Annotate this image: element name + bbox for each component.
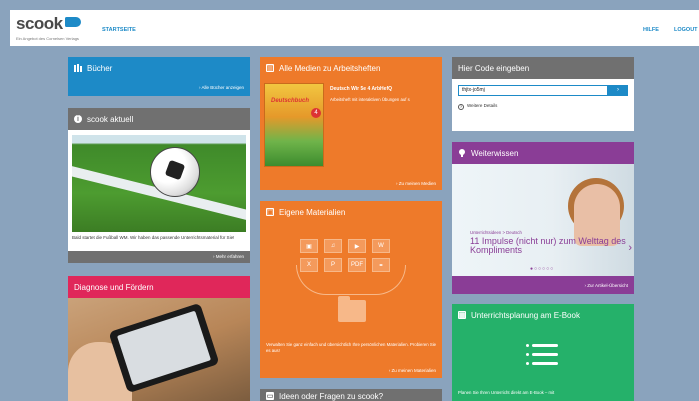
code-input[interactable]: thjtx-jo5mj	[458, 85, 608, 96]
folder-icon	[338, 296, 366, 322]
books-icon	[74, 64, 82, 72]
book-cover-title: Deutschbuch	[271, 98, 310, 104]
lightbulb-icon	[458, 149, 466, 157]
aktuell-footer: › Mehr erfahren	[68, 251, 250, 263]
scook-logo[interactable]: scook Ein Angebot des Cornelsen Verlags	[16, 14, 81, 41]
article-category: Unterrichtsideen > Deutsch	[470, 230, 522, 235]
image-file-icon: ▣	[300, 239, 318, 253]
buecher-header: Bücher	[68, 57, 250, 79]
top-navigation-bar: scook Ein Angebot des Cornelsen Verlags …	[10, 10, 699, 46]
info-icon: i	[74, 115, 82, 123]
medien-title: Alle Medien zu Arbeitsheften	[279, 63, 381, 73]
weitere-details-label: Weitere Details	[467, 103, 498, 108]
buecher-title: Bücher	[87, 63, 113, 73]
weiterwissen-footer: › Zur Artikel-Übersicht	[452, 276, 634, 294]
video-file-icon: ▶	[348, 239, 366, 253]
football-icon	[150, 147, 200, 197]
weitere-details-link[interactable]: ? Weitere Details	[458, 103, 497, 110]
logo-mark-icon	[64, 17, 81, 27]
code-header: Hier Code eingeben	[452, 57, 634, 79]
tablet-icon	[108, 302, 220, 394]
article-headline[interactable]: 11 Impulse (nicht nur) zum Welttag des K…	[470, 237, 630, 255]
diagnose-foerdern-tile[interactable]: Diagnose und Fördern	[68, 276, 250, 401]
zu-meinen-medien-link[interactable]: › Zu meinen Medien	[396, 181, 436, 186]
football-image[interactable]	[72, 135, 246, 232]
ideen-title: Ideen oder Fragen zu scook?	[279, 392, 384, 401]
deutschbuch-cover-image[interactable]: Deutschbuch 4	[264, 83, 324, 167]
ebook-description: Planen Sie Ihren Unterricht direkt am E-…	[458, 390, 555, 395]
eigene-title: Eigene Materialien	[279, 207, 346, 217]
diagnose-header: Diagnose und Fördern	[68, 276, 250, 298]
aktuell-title: scook aktuell	[87, 114, 134, 124]
product-title[interactable]: Deutsch Wir 5e 4 ArbHefQ	[330, 86, 392, 92]
weiterwissen-tile: Weiterwissen Unterrichtsideen > Deutsch …	[452, 142, 634, 294]
product-subtitle: Arbeitsheft mit interaktiven Übungen auf…	[330, 97, 410, 102]
aktuell-caption: Bald startet die Fußball WM. Wir haben d…	[72, 235, 235, 240]
aktuell-header: i scook aktuell	[68, 108, 250, 130]
logo-tagline: Ein Angebot des Cornelsen Verlags	[16, 36, 79, 41]
weiterwissen-teaser-image[interactable]	[452, 164, 634, 276]
logo-wordmark: scook	[16, 14, 63, 33]
weiterwissen-title: Weiterwissen	[471, 148, 519, 158]
carousel-next-icon[interactable]: ›	[628, 242, 632, 254]
help-icon: ?	[458, 104, 464, 110]
alle-buecher-link[interactable]: › Alle Bücher anzeigen	[199, 85, 244, 90]
eigene-header: ▣ Eigene Materialien	[260, 201, 442, 223]
audio-file-icon: ♫	[324, 239, 342, 253]
weiterwissen-header: Weiterwissen	[452, 142, 634, 164]
diagnose-title: Diagnose und Fördern	[74, 282, 154, 292]
word-file-icon: W	[372, 239, 390, 253]
unterrichtsplanung-ebook-tile[interactable]: ▦ Unterrichtsplanung am E-Book Planen Si…	[452, 304, 634, 401]
code-eingeben-tile: Hier Code eingeben thjtx-jo5mj › ? Weiter…	[452, 57, 634, 131]
mehr-erfahren-link[interactable]: › Mehr erfahren	[213, 254, 244, 259]
ideen-header: ▭ Ideen oder Fragen zu scook?	[260, 389, 442, 401]
book-volume-badge: 4	[311, 108, 321, 118]
buecher-tile[interactable]: Bücher › Alle Bücher anzeigen	[68, 57, 250, 96]
alle-medien-tile[interactable]: ▤ Alle Medien zu Arbeitsheften Deutschbu…	[260, 57, 442, 190]
ebook-title: Unterrichtsplanung am E-Book	[471, 310, 580, 320]
ebook-header: ▦ Unterrichtsplanung am E-Book	[452, 304, 634, 326]
scook-dashboard: scook Ein Angebot des Cornelsen Verlags …	[0, 0, 699, 401]
carousel-dots[interactable]: ●○○○○○	[530, 266, 554, 272]
chat-icon: ▭	[266, 392, 274, 400]
scook-aktuell-tile: i scook aktuell Bald startet die Fußball…	[68, 108, 250, 263]
ideen-fragen-tile[interactable]: ▭ Ideen oder Fragen zu scook?	[260, 389, 442, 401]
eigene-materialien-tile[interactable]: ▣ Eigene Materialien ▣ ♫ ▶ W X P PDF ⚭ V…	[260, 201, 442, 378]
code-submit-button[interactable]: ›	[608, 85, 628, 96]
calendar-icon: ▦	[458, 311, 466, 319]
tablet-child-image	[68, 298, 250, 401]
materials-icon: ▣	[266, 208, 274, 216]
list-icon	[526, 344, 558, 371]
media-icon: ▤	[266, 64, 274, 72]
nav-hilfe-link[interactable]: HILFE	[643, 27, 659, 33]
medien-header: ▤ Alle Medien zu Arbeitsheften	[260, 57, 442, 79]
nav-logout-link[interactable]: LOGOUT	[674, 27, 698, 33]
eigene-description: Verwalten Sie ganz einfach und übersicht…	[266, 342, 437, 353]
zu-meinen-materialien-link[interactable]: › Zu meinen Materialien	[389, 368, 436, 373]
nav-startseite-link[interactable]: STARTSEITE	[102, 27, 136, 33]
artikel-uebersicht-link[interactable]: › Zur Artikel-Übersicht	[584, 283, 628, 288]
code-title: Hier Code eingeben	[458, 63, 530, 73]
